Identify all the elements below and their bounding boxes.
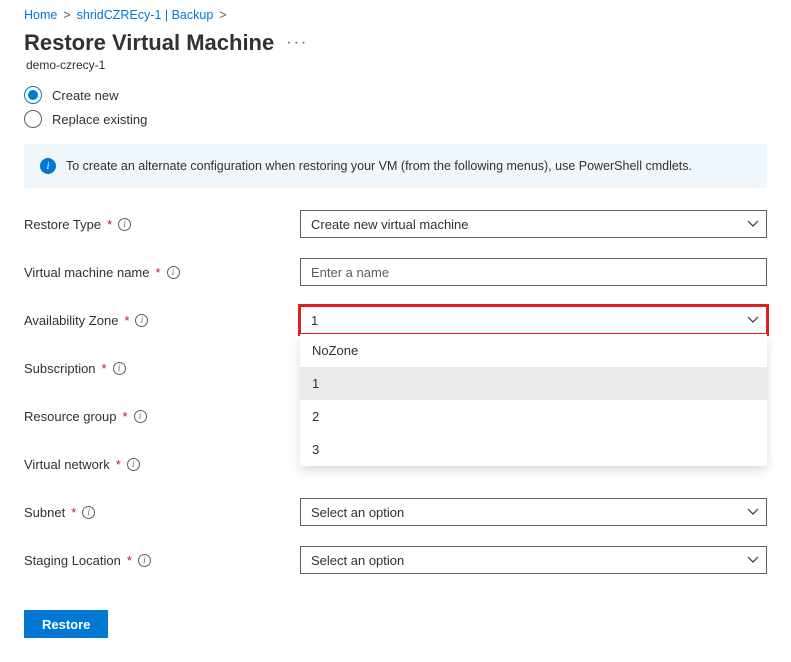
help-icon[interactable]: i xyxy=(138,554,151,567)
info-banner: i To create an alternate configuration w… xyxy=(24,144,767,188)
required-icon: * xyxy=(102,361,107,376)
radio-label: Replace existing xyxy=(52,112,147,127)
breadcrumb: Home > shridCZREcy-1 | Backup > xyxy=(24,0,767,22)
resource-group-label: Resource group xyxy=(24,409,117,424)
help-icon[interactable]: i xyxy=(118,218,131,231)
staging-location-select[interactable]: Select an option xyxy=(300,546,767,574)
select-value: 1 xyxy=(311,313,318,328)
required-icon: * xyxy=(107,217,112,232)
help-icon[interactable]: i xyxy=(82,506,95,519)
availability-zone-label: Availability Zone xyxy=(24,313,118,328)
dropdown-option-3[interactable]: 3 xyxy=(300,433,767,466)
required-icon: * xyxy=(123,409,128,424)
help-icon[interactable]: i xyxy=(134,410,147,423)
radio-replace-existing[interactable]: Replace existing xyxy=(24,110,767,128)
select-value: Select an option xyxy=(311,553,404,568)
vm-name-label: Virtual machine name xyxy=(24,265,150,280)
radio-icon xyxy=(24,110,42,128)
page-title: Restore Virtual Machine xyxy=(24,30,274,56)
select-value: Select an option xyxy=(311,505,404,520)
page-subtitle: demo-czrecy-1 xyxy=(26,58,767,72)
required-icon: * xyxy=(127,553,132,568)
chevron-right-icon: > xyxy=(219,8,226,22)
dropdown-option-nozone[interactable]: NoZone xyxy=(300,334,767,367)
subnet-label: Subnet xyxy=(24,505,65,520)
required-icon: * xyxy=(116,457,121,472)
breadcrumb-home[interactable]: Home xyxy=(24,8,57,22)
required-icon: * xyxy=(156,265,161,280)
restore-type-select[interactable]: Create new virtual machine xyxy=(300,210,767,238)
info-text: To create an alternate configuration whe… xyxy=(66,159,692,173)
staging-location-label: Staging Location xyxy=(24,553,121,568)
breadcrumb-backup[interactable]: shridCZREcy-1 | Backup xyxy=(77,8,214,22)
radio-icon xyxy=(24,86,42,104)
dropdown-option-2[interactable]: 2 xyxy=(300,400,767,433)
required-icon: * xyxy=(124,313,129,328)
subnet-select[interactable]: Select an option xyxy=(300,498,767,526)
help-icon[interactable]: i xyxy=(167,266,180,279)
radio-create-new[interactable]: Create new xyxy=(24,86,767,104)
restore-button[interactable]: Restore xyxy=(24,610,108,638)
availability-zone-dropdown: NoZone 1 2 3 xyxy=(300,334,767,466)
subscription-label: Subscription xyxy=(24,361,96,376)
help-icon[interactable]: i xyxy=(113,362,126,375)
select-value: Create new virtual machine xyxy=(311,217,469,232)
info-icon: i xyxy=(40,158,56,174)
availability-zone-select[interactable]: 1 xyxy=(300,306,767,334)
restore-type-label: Restore Type xyxy=(24,217,101,232)
help-icon[interactable]: i xyxy=(135,314,148,327)
vm-name-input[interactable]: Enter a name xyxy=(300,258,767,286)
virtual-network-label: Virtual network xyxy=(24,457,110,472)
chevron-right-icon: > xyxy=(63,8,70,22)
more-actions-icon[interactable]: ··· xyxy=(286,28,308,52)
radio-label: Create new xyxy=(52,88,118,103)
dropdown-option-1[interactable]: 1 xyxy=(300,367,767,400)
required-icon: * xyxy=(71,505,76,520)
help-icon[interactable]: i xyxy=(127,458,140,471)
